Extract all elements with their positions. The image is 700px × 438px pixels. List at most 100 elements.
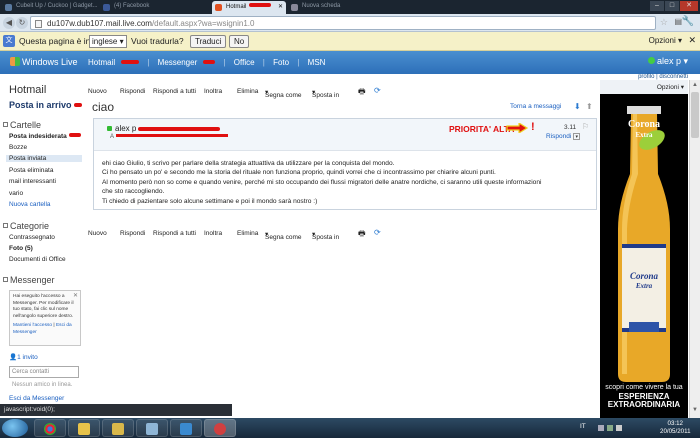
tab-facebook[interactable]: (4) Facebook [100, 1, 190, 14]
reply-all-button[interactable]: Rispondi a tutti [153, 88, 196, 95]
refresh-icon[interactable]: ⟳ [374, 86, 381, 95]
window-icon [146, 423, 158, 435]
sidebar-item-drafts[interactable]: Bozze [9, 144, 27, 151]
taskbar-chrome[interactable] [34, 419, 66, 437]
delete-button[interactable]: Elimina [237, 88, 258, 95]
taskbar-app-5[interactable] [170, 419, 202, 437]
tab-new[interactable]: Nuova scheda [288, 1, 360, 14]
taskbar-app-4[interactable] [136, 419, 168, 437]
tab-gadget[interactable]: Cubeit Up / Cuckoo | Gadget... [2, 1, 100, 14]
nav-foto[interactable]: Foto [273, 58, 289, 67]
sidebar-item-deleted[interactable]: Posta eliminata [9, 167, 53, 174]
scroll-down-icon[interactable]: ▼ [692, 407, 698, 413]
taskbar-app-3[interactable] [102, 419, 134, 437]
tray-icons[interactable] [598, 424, 626, 432]
sidebar-item-sent[interactable]: Posta inviata [6, 155, 82, 162]
start-button[interactable] [2, 419, 28, 437]
nav-hotmail[interactable]: Hotmail [88, 58, 115, 67]
nav-msn[interactable]: MSN [308, 58, 326, 67]
messenger-header[interactable]: Messenger [3, 275, 55, 285]
print-icon[interactable]: 🖶 [358, 228, 366, 242]
logout-messenger-link[interactable]: Esci da Messenger [9, 395, 64, 402]
sidebar-item-junk[interactable]: Posta indesiderata [9, 133, 87, 140]
forward-button[interactable]: Inoltra [204, 230, 222, 237]
reply-all-button[interactable]: Rispondi a tutti [153, 230, 196, 237]
sidebar-item-interesting[interactable]: mail interessanti [9, 178, 56, 185]
reply-button[interactable]: Rispondi [120, 88, 145, 95]
wrench-icon[interactable]: 🔧 [682, 16, 694, 27]
url-input[interactable]: du107w.dub107.mail.live.com/default.aspx… [30, 16, 656, 30]
page-scrollbar[interactable]: ▲ ▼ [689, 80, 700, 418]
maximize-icon[interactable]: □ [665, 1, 679, 11]
new-button[interactable]: Nuovo [88, 88, 107, 95]
translate-question: Vuoi tradurla? [131, 36, 184, 46]
folders-header[interactable]: Cartelle [3, 120, 41, 130]
next-message-icon[interactable]: ⬇ [574, 102, 581, 111]
categories-header[interactable]: Categorie [3, 221, 49, 231]
language-indicator[interactable]: IT [580, 423, 586, 430]
print-icon[interactable]: 🖶 [358, 86, 366, 100]
ad-caption[interactable]: scopri come vivere la tua ESPERIENZA EXT… [600, 384, 688, 410]
back-to-messages-link[interactable]: Torna a messaggi [510, 103, 561, 110]
ad-brand-top: Corona Extra [627, 119, 661, 140]
hotmail-favicon-icon [215, 4, 222, 11]
message-toolbar-top: Nuovo Rispondi Rispondi a tutti Inoltra … [84, 84, 598, 100]
browser-tab-bar: Cubeit Up / Cuckoo | Gadget... (4) Faceb… [0, 0, 700, 14]
move-to-menu[interactable]: Sposta in ▾ [312, 230, 339, 241]
nav-messenger[interactable]: Messenger [158, 58, 198, 67]
new-button[interactable]: Nuovo [88, 230, 107, 237]
keep-signed-in-link[interactable]: Mantieni l'accesso [13, 323, 52, 328]
mark-as-menu[interactable]: Segna come ▾ [265, 88, 302, 99]
category-flagged[interactable]: Contrassegnato [9, 234, 55, 241]
back-icon[interactable]: ◀ [3, 17, 15, 29]
refresh-icon[interactable]: ⟳ [374, 228, 381, 237]
search-contacts-input[interactable]: Cerca contatti [9, 366, 79, 378]
sidebar: Hotmail Posta in arrivo Cartelle Posta i… [0, 80, 84, 405]
move-to-menu[interactable]: Sposta in ▾ [312, 88, 339, 99]
category-photos[interactable]: Foto (5) [9, 245, 33, 252]
previous-message-icon[interactable]: ⬆ [586, 102, 593, 111]
close-tab-icon[interactable]: ✕ [278, 3, 283, 10]
delete-button[interactable]: Elimina [237, 230, 258, 237]
address-bar: ◀ ↻ du107w.dub107.mail.live.com/default.… [0, 14, 700, 32]
close-window-icon[interactable]: ✕ [680, 1, 698, 11]
translate-button[interactable]: Traduci [190, 35, 227, 48]
tab-hotmail[interactable]: Hotmail ✕ [212, 1, 286, 14]
new-folder-link[interactable]: Nuova cartella [9, 201, 51, 208]
translate-options[interactable]: Opzioni ▾ [649, 36, 682, 45]
scroll-thumb[interactable] [691, 92, 699, 138]
system-clock[interactable]: 03:12 20/05/2011 [660, 420, 691, 436]
sender-name[interactable]: alex p [107, 124, 221, 133]
sidebar-item-vario[interactable]: vario [9, 190, 23, 197]
ad-options-menu[interactable]: Opzioni ▾ [657, 83, 684, 91]
newtab-favicon-icon [291, 4, 298, 11]
close-translate-icon[interactable]: ✕ [688, 35, 696, 46]
close-notice-icon[interactable]: ✕ [73, 292, 78, 300]
reload-icon[interactable]: ↻ [16, 17, 28, 29]
flag-icon[interactable]: ⚐ [582, 122, 589, 131]
windows-live-logo[interactable]: Windows Live [10, 57, 78, 67]
presence-icon [107, 126, 112, 131]
reply-button[interactable]: Rispondi [120, 230, 145, 237]
category-office-docs[interactable]: Documenti di Office [9, 256, 66, 263]
folder-icon [78, 423, 90, 435]
invite-link[interactable]: 👤1 invito [9, 353, 38, 361]
hotmail-header: Windows Live Hotmail | Messenger | Offic… [0, 51, 700, 74]
reply-dropdown-icon[interactable]: ▾ [573, 133, 581, 140]
sidebar-item-inbox[interactable]: Posta in arrivo [9, 100, 88, 110]
taskbar-app-6[interactable] [204, 419, 236, 437]
language-select[interactable]: inglese ▾ [89, 35, 127, 48]
ad-brand-label: Corona Extra [629, 271, 658, 291]
mark-as-menu[interactable]: Segna come ▾ [265, 230, 302, 241]
no-translate-button[interactable]: No [229, 35, 250, 48]
scroll-up-icon[interactable]: ▲ [692, 82, 698, 88]
user-menu[interactable]: alex p ▾ [647, 56, 688, 67]
taskbar-explorer[interactable] [68, 419, 100, 437]
nav-office[interactable]: Office [234, 58, 255, 67]
favicon-icon [5, 4, 12, 11]
reply-link[interactable]: Rispondi ▾ [546, 133, 581, 140]
minimize-icon[interactable]: – [650, 1, 664, 11]
forward-button[interactable]: Inoltra [204, 88, 222, 95]
ad-options-bar: Opzioni ▾ [600, 80, 688, 94]
bookmark-star-icon[interactable]: ☆ [660, 17, 668, 28]
